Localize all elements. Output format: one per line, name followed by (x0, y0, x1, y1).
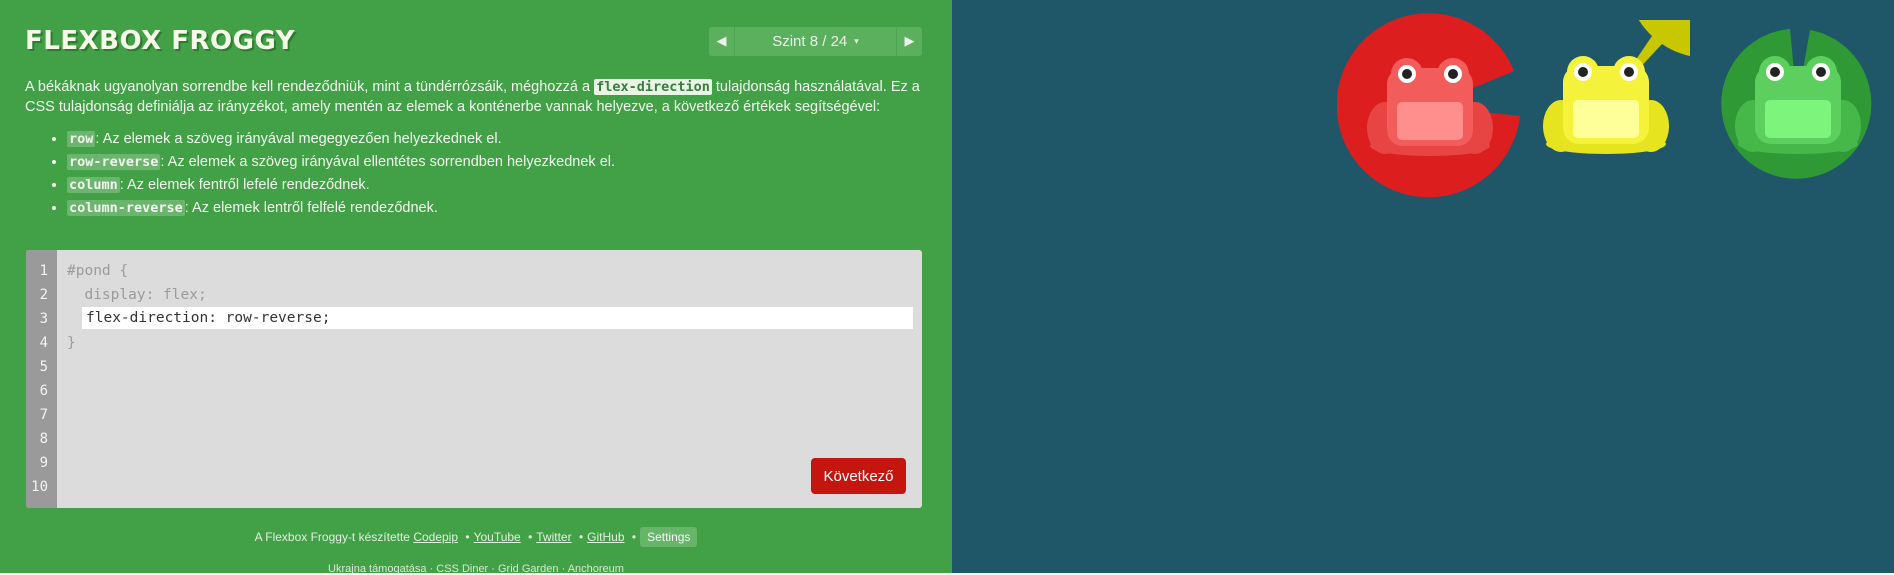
code-line-closing-brace: } (67, 335, 76, 351)
frog-red (1367, 58, 1493, 156)
line-number: 8 (39, 431, 48, 447)
arrow-right-icon: ▶ (904, 34, 915, 49)
footer: A Flexbox Froggy-t készítette Codepip • Y… (0, 527, 952, 547)
values-list: row: Az elemek a szöveg irányával megegy… (43, 128, 615, 220)
line-number: 2 (39, 287, 48, 303)
previous-level-button[interactable]: ◀ (709, 27, 735, 56)
instructions-text-before: A békáknak ugyanolyan sorrendbe kell ren… (25, 79, 595, 95)
css-input-field[interactable] (82, 307, 913, 329)
arrow-left-icon: ◀ (716, 34, 727, 49)
code-line-display: display: flex; (67, 287, 207, 303)
line-number: 5 (39, 359, 48, 375)
value-desc: : Az elemek lentről felfelé rendeződnek. (184, 200, 438, 216)
footer-separator: • (578, 530, 584, 544)
value-code: row-reverse (67, 154, 161, 170)
codepip-link[interactable]: Codepip (413, 530, 458, 544)
line-number: 10 (31, 479, 48, 495)
frog-green (1735, 56, 1861, 154)
level-indicator[interactable]: Szint 8 / 24 ▾ (735, 27, 896, 56)
code-line-selector: #pond { (67, 263, 129, 279)
next-button[interactable]: Következő (811, 458, 906, 494)
property-code: flex-direction (594, 79, 712, 95)
line-number: 7 (39, 407, 48, 423)
caret-down-icon: ▾ (854, 36, 859, 46)
instructions-paragraph: A békáknak ugyanolyan sorrendbe kell ren… (25, 78, 925, 117)
value-desc: : Az elemek fentről lefelé rendeződnek. (119, 177, 370, 193)
line-number-gutter: 1 2 3 4 5 6 7 8 9 10 (26, 250, 57, 508)
value-item: column: Az elemek fentről lefelé rendező… (67, 174, 615, 197)
footer-secondary-line: Ukrajna támogatása · CSS Diner · Grid Ga… (328, 563, 624, 575)
line-number: 4 (39, 335, 48, 351)
value-item: row-reverse: Az elemek a szöveg irányáva… (67, 151, 615, 174)
footer-separator: • (528, 530, 533, 544)
level-navigation: ◀ Szint 8 / 24 ▾ ▶ (709, 27, 922, 56)
line-number: 9 (39, 455, 48, 471)
line-number: 3 (39, 311, 48, 327)
settings-button[interactable]: Settings (640, 527, 698, 547)
instructions: A békáknak ugyanolyan sorrendbe kell ren… (25, 78, 925, 117)
line-number: 6 (39, 383, 48, 399)
twitter-link[interactable]: Twitter (536, 530, 571, 544)
value-item: column-reverse: Az elemek lentről felfel… (67, 197, 615, 220)
next-level-button[interactable]: ▶ (896, 27, 922, 56)
css-editor: 1 2 3 4 5 6 7 8 9 10 #pond { display: fl… (26, 250, 922, 508)
app-title: FLEXBOX FROGGY (25, 26, 296, 56)
footer-separator: • (631, 530, 637, 544)
value-item: row: Az elemek a szöveg irányával megegy… (67, 128, 615, 151)
value-code: column (67, 177, 120, 193)
level-label: Szint 8 / 24 (772, 33, 848, 50)
value-desc: : Az elemek a szöveg irányával megegyező… (95, 131, 502, 147)
youtube-link[interactable]: YouTube (474, 530, 521, 544)
github-link[interactable]: GitHub (587, 530, 624, 544)
value-desc: : Az elemek a szöveg irányával ellentéte… (160, 154, 616, 170)
pond-view (952, 0, 1894, 573)
line-number: 1 (39, 263, 48, 279)
sidebar: FLEXBOX FROGGY ◀ Szint 8 / 24 ▾ ▶ A béká… (0, 0, 952, 575)
footer-separator: • (465, 530, 470, 544)
frog-yellow (1543, 56, 1669, 154)
value-code: row (67, 131, 96, 147)
footer-credit: A Flexbox Froggy-t készítette (254, 530, 410, 544)
value-code: column-reverse (67, 200, 185, 216)
